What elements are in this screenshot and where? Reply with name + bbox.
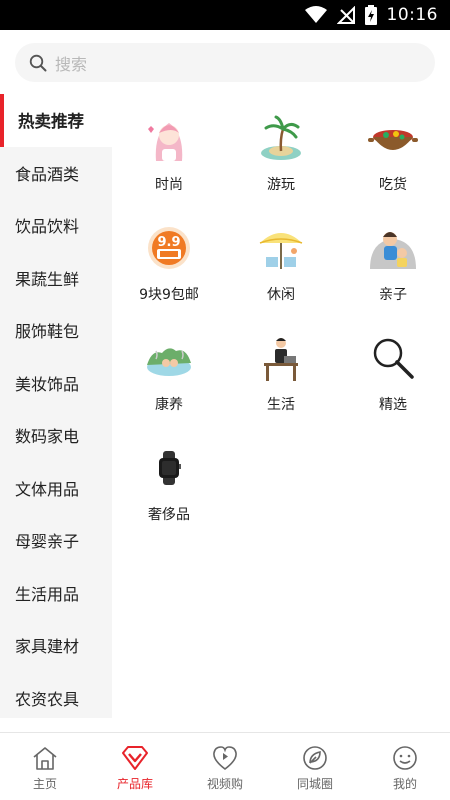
wifi-icon	[304, 6, 327, 23]
nav-video-shop[interactable]: 视频购	[180, 733, 270, 800]
magnifier-icon	[365, 330, 421, 386]
smiley-icon	[393, 746, 417, 770]
category-travel[interactable]: 游玩	[225, 94, 337, 204]
sidebar-item-label: 生活用品	[15, 584, 80, 604]
island-palm-icon	[253, 110, 309, 166]
sidebar-item-label: 母婴亲子	[15, 532, 80, 552]
nav-products[interactable]: 产品库	[90, 733, 180, 800]
beach-umbrella-icon	[253, 220, 309, 276]
status-time: 10:16	[386, 5, 438, 25]
sidebar-item-baby[interactable]: 母婴亲子	[0, 514, 112, 567]
nav-label: 主页	[32, 777, 57, 791]
category-label: 康养	[155, 397, 183, 413]
category-sidebar: 热卖推荐 食品酒类 饮品饮料 果蔬生鲜 服饰鞋包 美妆饰品 数码家电 文体用品 …	[0, 94, 112, 718]
category-label: 休闲	[267, 287, 295, 303]
category-label: 吃货	[379, 177, 407, 193]
hot-spring-icon	[141, 330, 197, 386]
search-placeholder: 搜索	[55, 54, 88, 74]
search-icon	[29, 54, 47, 71]
category-label: 亲子	[379, 287, 407, 303]
search-area: 搜索	[0, 30, 450, 94]
category-featured[interactable]: 精选	[337, 314, 449, 424]
category-label: 9块9包邮	[139, 287, 199, 303]
status-bar: 10:16	[0, 0, 450, 30]
sidebar-item-label: 饮品饮料	[15, 217, 80, 237]
svg-text:9.9: 9.9	[157, 235, 180, 250]
sidebar-item-fresh[interactable]: 果蔬生鲜	[0, 252, 112, 305]
sidebar-item-label: 美妆饰品	[15, 374, 80, 394]
sidebar-item-food-drinks[interactable]: 食品酒类	[0, 147, 112, 200]
mother-child-icon	[365, 220, 421, 276]
category-leisure[interactable]: 休闲	[225, 204, 337, 314]
sidebar-item-electronics[interactable]: 数码家电	[0, 409, 112, 462]
battery-charging-icon	[364, 5, 377, 25]
office-worker-icon	[253, 330, 309, 386]
sidebar-item-label: 数码家电	[15, 427, 80, 447]
hotpot-icon	[365, 110, 421, 166]
bottom-nav: 主页 产品库 视频购 同城圈 我的	[0, 732, 450, 800]
category-wellness[interactable]: 康养	[113, 314, 225, 424]
diamond-icon	[122, 746, 148, 770]
smartwatch-icon	[141, 440, 197, 496]
sidebar-item-label: 家具建材	[15, 637, 80, 657]
nav-label: 产品库	[116, 777, 153, 791]
sidebar-item-apparel[interactable]: 服饰鞋包	[0, 304, 112, 357]
no-signal-icon	[336, 6, 355, 24]
sidebar-item-label: 服饰鞋包	[15, 322, 80, 342]
sidebar-item-label: 热卖推荐	[18, 112, 84, 132]
category-free-shipping[interactable]: 9.9 9块9包邮	[113, 204, 225, 314]
fashion-girl-icon	[141, 110, 197, 166]
sidebar-item-beverages[interactable]: 饮品饮料	[0, 199, 112, 252]
category-label: 游玩	[267, 177, 295, 193]
nav-label: 我的	[392, 777, 417, 791]
sidebar-item-daily[interactable]: 生活用品	[0, 567, 112, 620]
leaf-circle-icon	[303, 746, 327, 770]
nine-nine-badge-icon: 9.9	[141, 220, 197, 276]
sidebar-item-label: 果蔬生鲜	[15, 269, 80, 289]
nav-label: 同城圈	[296, 777, 333, 791]
home-icon	[33, 747, 57, 770]
category-label: 时尚	[155, 177, 183, 193]
category-fashion[interactable]: 时尚	[113, 94, 225, 204]
category-label: 生活	[267, 397, 295, 413]
nav-home[interactable]: 主页	[0, 733, 90, 800]
nav-label: 视频购	[206, 777, 243, 791]
category-foodie[interactable]: 吃货	[337, 94, 449, 204]
sidebar-item-agri[interactable]: 农资农具	[0, 672, 112, 725]
sidebar-item-label: 农资农具	[15, 689, 80, 709]
sidebar-item-label: 食品酒类	[15, 164, 80, 184]
sidebar-item-label: 文体用品	[15, 479, 80, 499]
sidebar-item-stationery[interactable]: 文体用品	[0, 462, 112, 515]
nav-local-circle[interactable]: 同城圈	[270, 733, 360, 800]
sidebar-item-furniture[interactable]: 家具建材	[0, 619, 112, 672]
heart-play-icon	[213, 746, 237, 771]
category-label: 精选	[379, 397, 407, 413]
search-input[interactable]: 搜索	[15, 43, 435, 82]
sidebar-item-beauty[interactable]: 美妆饰品	[0, 357, 112, 410]
category-label: 奢侈品	[148, 507, 190, 523]
category-luxury[interactable]: 奢侈品	[113, 424, 225, 534]
sidebar-item-hot[interactable]: 热卖推荐	[0, 94, 112, 147]
category-life[interactable]: 生活	[225, 314, 337, 424]
category-parent-child[interactable]: 亲子	[337, 204, 449, 314]
nav-profile[interactable]: 我的	[360, 733, 450, 800]
